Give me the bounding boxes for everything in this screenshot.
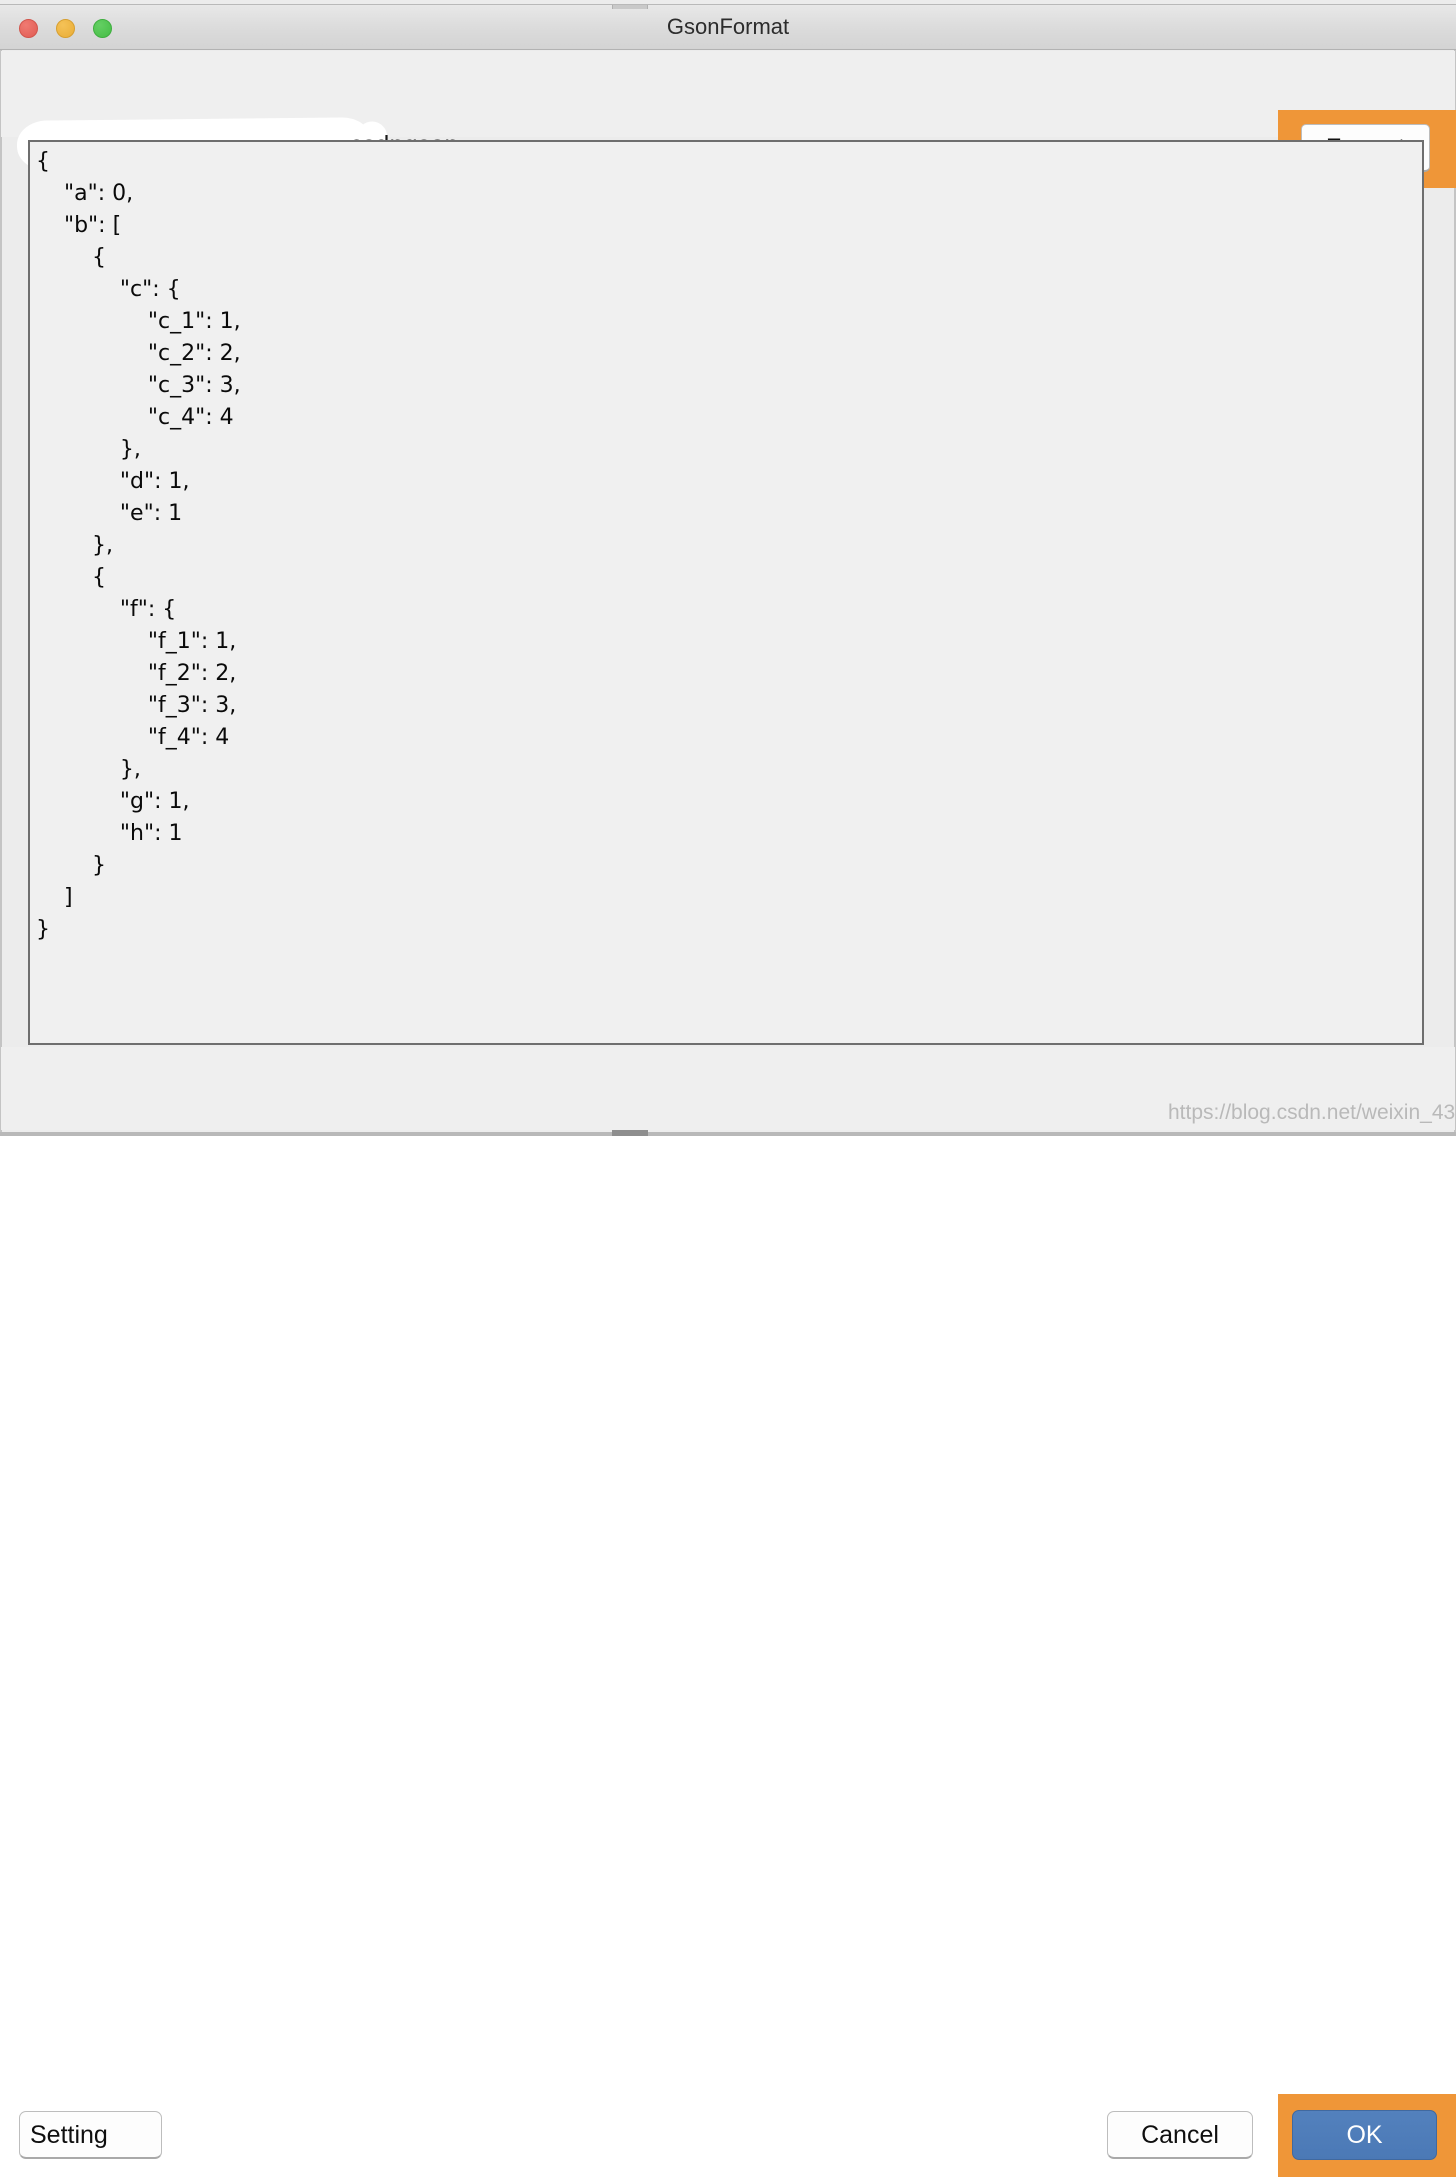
ok-button[interactable]: OK [1292, 2110, 1437, 2160]
json-editor-container[interactable] [28, 140, 1424, 1084]
window-left-edge [0, 50, 2, 1132]
window-bottom-edge [0, 1132, 1456, 1136]
cancel-button[interactable]: Cancel [1107, 2111, 1253, 2159]
window-resize-grip[interactable] [612, 1130, 648, 1136]
gsonformat-window: GsonFormat csdngson Format Setting Cance… [0, 0, 1456, 2177]
header-bar: csdngson Format [1, 51, 1456, 188]
json-editor-input[interactable] [30, 142, 1422, 1043]
footer-bar: Setting Cancel OK [1, 1047, 1456, 2177]
window-title: GsonFormat [666, 14, 790, 39]
window-titlebar: GsonFormat [0, 4, 1456, 50]
setting-button[interactable]: Setting [19, 2111, 162, 2159]
